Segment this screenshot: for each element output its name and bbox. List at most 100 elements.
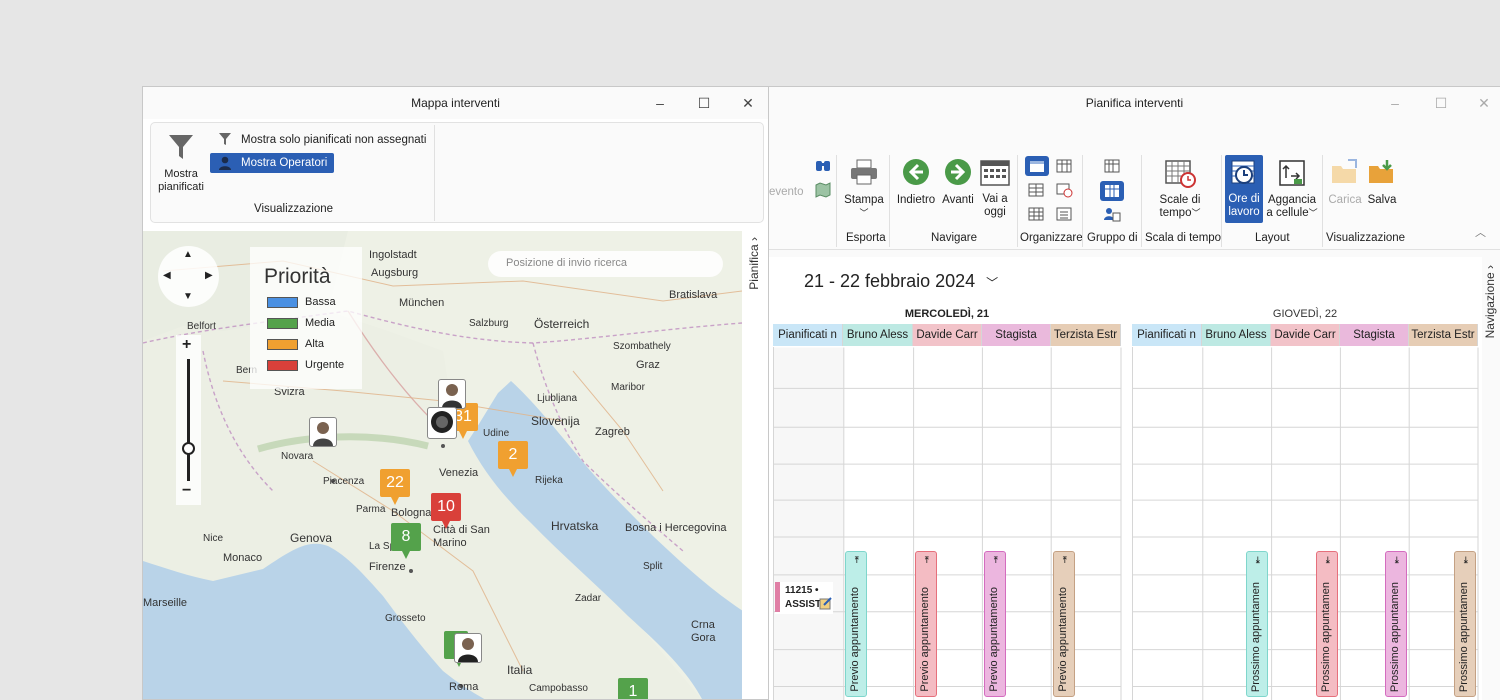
resource-header[interactable]: Bruno Aless — [843, 324, 913, 346]
place-label: Bosna i Hercegovina — [625, 522, 727, 534]
show-planned-button[interactable]: Mostra pianificati — [155, 131, 207, 193]
appointment[interactable]: Previo appuntamento ⇤ — [1053, 551, 1075, 697]
map-pin[interactable]: 22 — [380, 469, 410, 505]
appointment[interactable]: Prossimo appuntamen ⇥ — [1454, 551, 1476, 697]
planner-window: Pianifica interventi – ☐ ✕ evento Stampa… — [769, 86, 1500, 700]
resource-header[interactable]: Pianificati n — [1132, 324, 1202, 346]
save-button[interactable]: Salva — [1365, 158, 1399, 207]
pan-control[interactable]: ▲ ▼ ◀ ▶ — [158, 246, 219, 307]
appointment[interactable]: Previo appuntamento ⇤ — [984, 551, 1006, 697]
date-range-selector[interactable]: 21 - 22 febbraio 2024 ﹀ — [804, 271, 998, 292]
group-by-date-button[interactable] — [1103, 206, 1121, 222]
operator-avatar[interactable] — [427, 407, 457, 439]
arrange-timeline-view-button[interactable] — [1055, 182, 1073, 198]
start-marker-icon: ⇤ — [852, 556, 862, 564]
show-operators-toggle[interactable]: Mostra Operatori — [210, 153, 334, 173]
map-view[interactable]: Ingolstadt Augsburg München Salzburg Öst… — [143, 231, 742, 699]
zoom-out-button[interactable]: − — [182, 482, 191, 500]
place-label: Venezia — [439, 467, 479, 479]
place-label: Ljubljana — [537, 393, 578, 404]
place-label: Hrvatska — [551, 519, 599, 533]
arrange-month-view-button[interactable] — [1027, 206, 1045, 222]
close-button[interactable]: ✕ — [738, 94, 758, 112]
snap-to-cells-button[interactable]: Aggancia a cellule﹀ — [1263, 158, 1321, 220]
day-grid[interactable] — [1132, 347, 1479, 700]
group-date-icon — [1104, 208, 1121, 222]
layout-group-label: Layout — [1255, 232, 1290, 244]
list-view-icon — [1056, 207, 1072, 221]
pan-down-icon[interactable]: ▼ — [183, 291, 193, 302]
map-icon[interactable] — [815, 182, 831, 198]
end-marker-icon: ⇥ — [1392, 556, 1402, 564]
appointment[interactable]: Previo appuntamento ⇤ — [845, 551, 867, 697]
work-hours-label-1: Ore di — [1228, 193, 1260, 205]
resource-header[interactable]: Davide Carr — [913, 324, 982, 346]
time-scale-button[interactable]: Scale di tempo﹀ — [1153, 158, 1207, 220]
appointment[interactable]: Prossimo appuntamen ⇥ — [1316, 551, 1338, 697]
resource-header[interactable]: Pianificati n — [773, 324, 843, 346]
resource-header[interactable]: Terzista Estr — [1409, 324, 1478, 346]
map-ribbon: Mostra pianificati Mostra solo pianifica… — [150, 122, 764, 223]
map-pin[interactable]: 1 — [618, 678, 648, 699]
pan-right-icon[interactable]: ▶ — [205, 270, 213, 281]
arrange-day-view-button[interactable] — [1025, 156, 1049, 176]
appointment[interactable]: Prossimo appuntamen ⇥ — [1385, 551, 1407, 697]
navigation-side-tab[interactable]: Navigazione › — [1483, 265, 1497, 338]
appointment[interactable]: Prossimo appuntamen ⇥ — [1246, 551, 1268, 697]
show-unassigned-toggle[interactable]: Mostra solo pianificati non assegnati — [213, 129, 426, 151]
arrange-list-view-button[interactable] — [1055, 206, 1073, 222]
map-search-input[interactable]: Posizione di invio ricerca — [488, 251, 723, 277]
resource-header[interactable]: Stagista — [982, 324, 1051, 346]
date-range-label: 21 - 22 febbraio 2024 — [804, 271, 976, 291]
operator-avatar[interactable] — [454, 633, 482, 663]
map-pin[interactable]: 2 — [498, 441, 528, 477]
resource-header[interactable]: Davide Carr — [1271, 324, 1340, 346]
arrange-week-view-button[interactable] — [1055, 158, 1073, 174]
collapse-ribbon-icon[interactable]: ︿ — [1475, 224, 1486, 240]
save-label: Salva — [1367, 194, 1397, 206]
group-resource-icon — [1105, 185, 1119, 197]
map-pin[interactable]: 10 — [431, 493, 461, 529]
zoom-slider-track[interactable] — [187, 359, 190, 481]
arrange-workweek-view-button[interactable] — [1027, 182, 1045, 198]
scheduler: 21 - 22 febbraio 2024 ﹀ MERCOLEDÌ, 21 GI… — [769, 257, 1482, 700]
event-text-1: 11215 • — [785, 585, 819, 596]
unassigned-event[interactable]: 11215 • ASSISTE — [775, 582, 833, 614]
time-scale-label-2-text: tempo — [1159, 207, 1192, 219]
zoom-slider-handle[interactable] — [182, 442, 195, 455]
forward-label: Avanti — [942, 194, 974, 206]
work-hours-button[interactable]: Ore di lavoro — [1225, 155, 1263, 223]
cut-button-label[interactable]: evento — [769, 186, 804, 198]
resource-header[interactable]: Bruno Aless — [1202, 324, 1271, 346]
pan-left-icon[interactable]: ◀ — [163, 270, 171, 281]
place-label: Graz — [636, 359, 660, 371]
go-today-button[interactable]: Vai a oggi — [977, 158, 1013, 219]
operator-avatar[interactable] — [438, 379, 466, 409]
map-window: Mappa interventi – ☐ ✕ Mostra pianificat… — [142, 86, 769, 700]
maximize-button[interactable]: ☐ — [694, 94, 714, 112]
resource-header[interactable]: Stagista — [1340, 324, 1409, 346]
back-button[interactable]: Indietro — [896, 158, 936, 207]
appointment[interactable]: Previo appuntamento ⇤ — [915, 551, 937, 697]
forward-button[interactable]: Avanti — [939, 158, 977, 207]
minimize-button[interactable]: – — [1385, 94, 1405, 112]
pan-up-icon[interactable]: ▲ — [183, 249, 193, 260]
work-hours-label-2: lavoro — [1228, 206, 1260, 218]
resource-header[interactable]: Terzista Estr — [1051, 324, 1121, 346]
plan-side-tab[interactable]: Pianifica › — [747, 237, 761, 290]
zoom-in-button[interactable]: + — [182, 336, 191, 354]
load-button[interactable]: Carica — [1325, 158, 1365, 207]
group-none-button[interactable] — [1103, 158, 1121, 174]
find-icon[interactable] — [815, 158, 831, 172]
group-by-resource-button[interactable] — [1100, 181, 1124, 201]
person-photo-icon — [442, 384, 462, 408]
calendar-grid-icon — [980, 160, 1010, 186]
maximize-button[interactable]: ☐ — [1431, 94, 1451, 112]
operator-avatar[interactable] — [309, 417, 337, 447]
close-button[interactable]: ✕ — [1474, 94, 1494, 112]
folder-save-icon — [1369, 160, 1393, 183]
print-button[interactable]: Stampa ﹀ — [843, 158, 885, 220]
minimize-button[interactable]: – — [650, 94, 670, 112]
place-label: Maribor — [611, 382, 645, 393]
map-pin[interactable]: 8 — [391, 523, 421, 559]
